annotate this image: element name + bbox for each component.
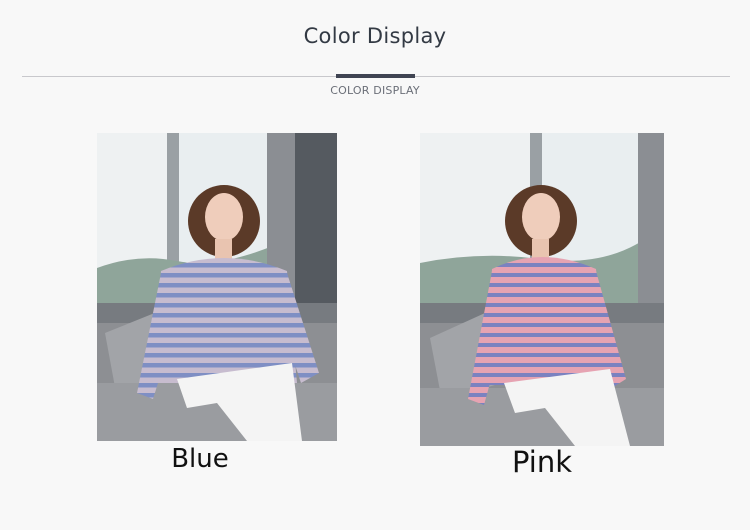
section-subtitle: COLOR DISPLAY (330, 84, 420, 97)
section-title: Color Display (303, 24, 447, 48)
divider-accent (336, 74, 415, 78)
product-photo-blue (97, 133, 337, 441)
color-label-pink: Pink (511, 445, 573, 479)
color-label-blue: Blue (171, 444, 229, 474)
product-photo-pink (420, 133, 664, 446)
